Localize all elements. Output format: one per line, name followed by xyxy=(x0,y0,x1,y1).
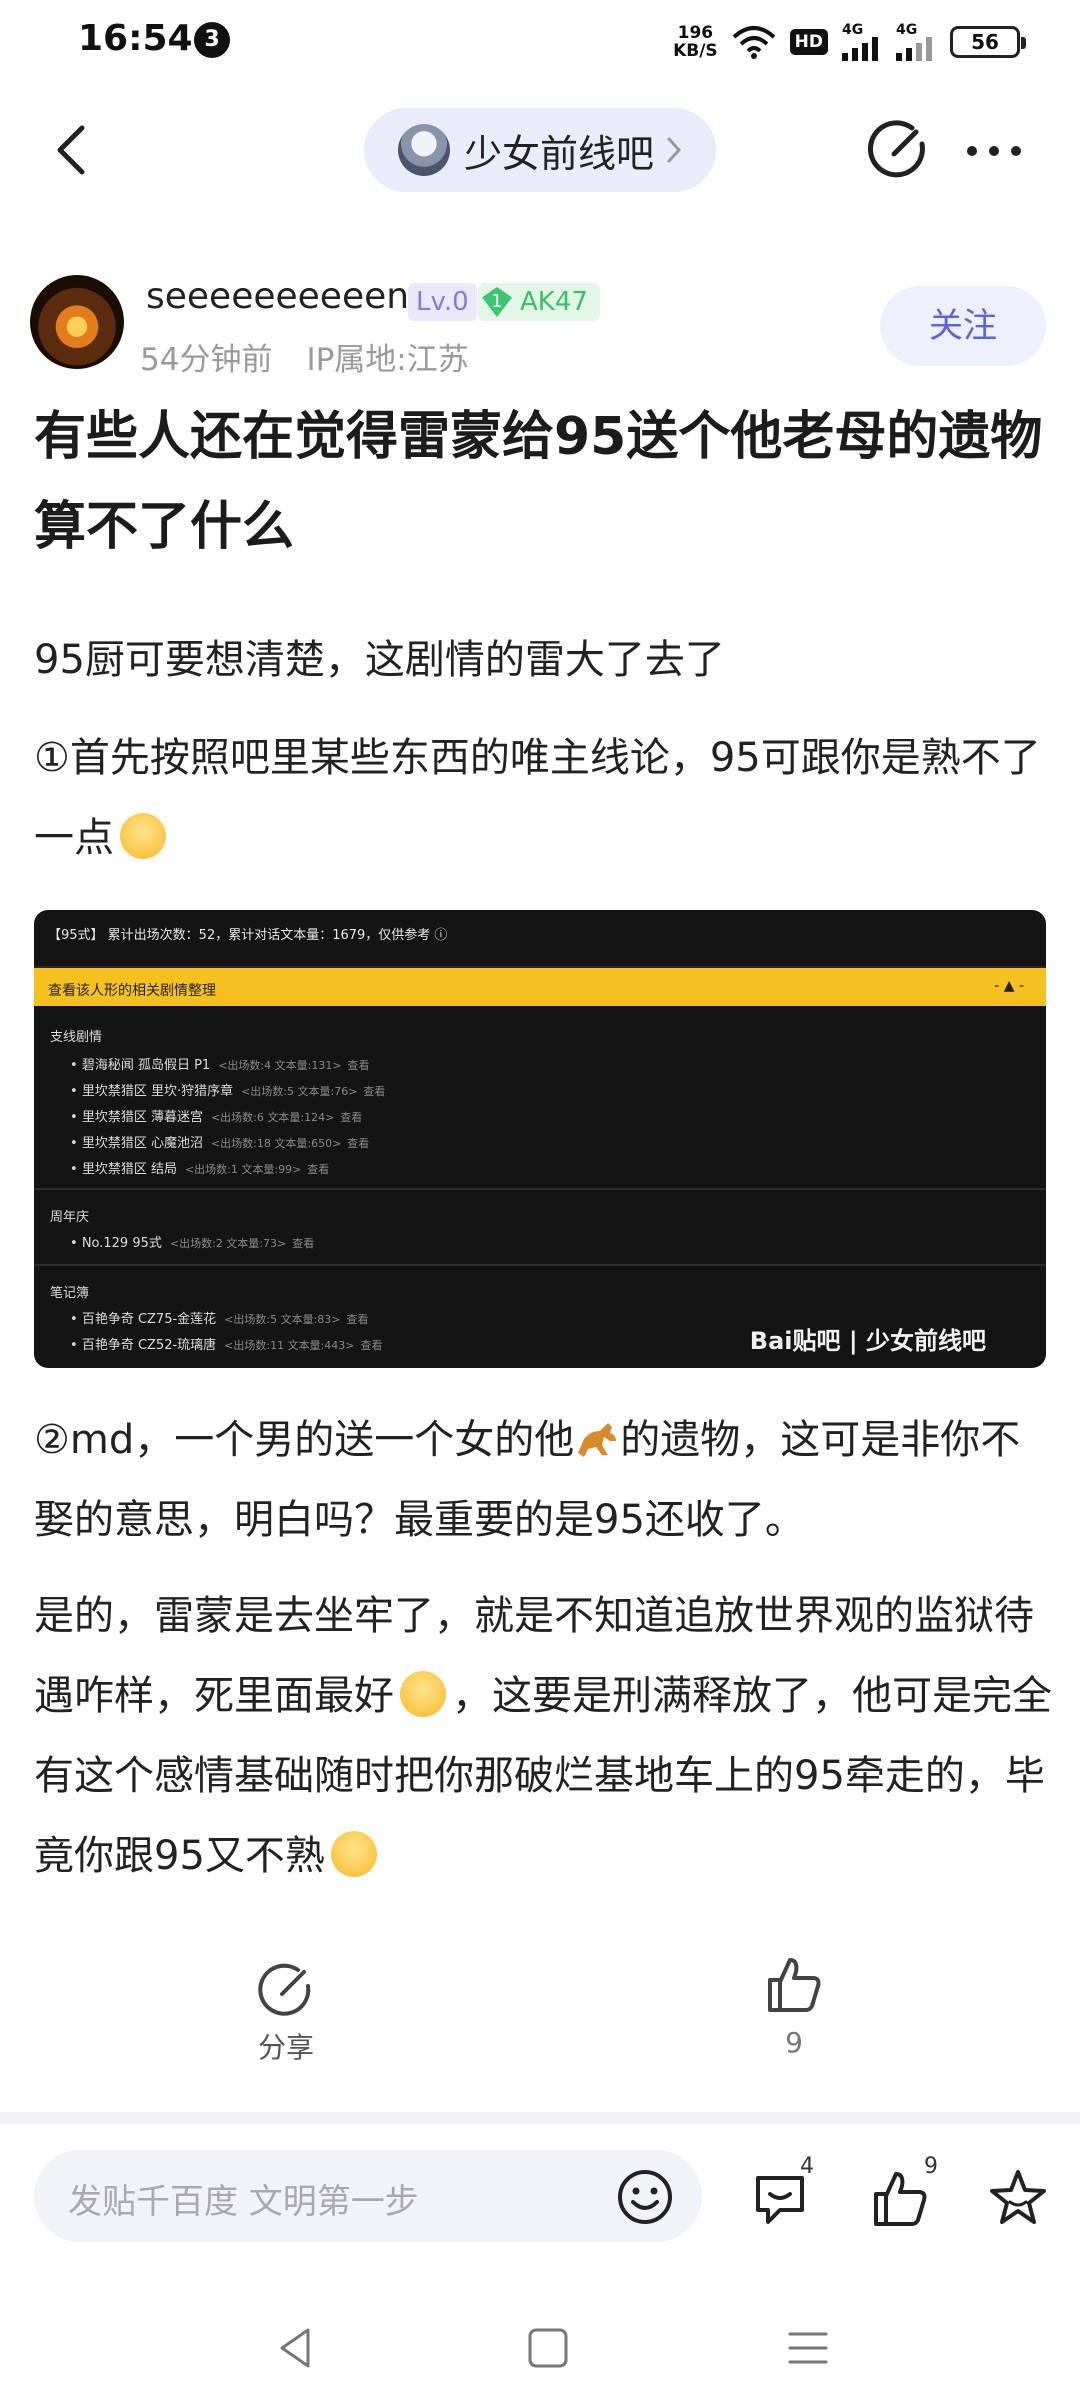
nav-back-icon[interactable] xyxy=(268,2320,324,2376)
wifi-icon xyxy=(732,26,775,59)
post-paragraph: 是的，雷蒙是去坐牢了，就是不知道追放世界观的监狱待遇咋样，死里面最好 ，这要是刑满… xyxy=(34,1593,1052,1879)
back-arrow-icon[interactable] xyxy=(44,120,104,180)
image-row: • 里坎禁猎区 结局 <出场数:1 文本量:99> 查看 xyxy=(70,1162,330,1177)
image-row: • 百艳争奇 CZ52-琉璃唐 <出场数:11 文本量:443> 查看 xyxy=(70,1338,383,1353)
status-bar: 16:54 3 196 KB/S HD 4G 4G 56 xyxy=(0,0,1080,84)
post-paragraph: 95厨可要想清楚，这剧情的雷大了去了 xyxy=(34,637,725,683)
smirk-emoji-icon xyxy=(400,1671,446,1717)
image-row: • 里坎禁猎区 心魔池沼 <出场数:18 文本量:650> 查看 xyxy=(70,1136,370,1151)
image-section-title: 笔记簿 xyxy=(50,1286,90,1301)
comment-count: 4 xyxy=(800,2154,814,2179)
battery-indicator: 56 xyxy=(950,26,1026,58)
forum-avatar xyxy=(398,124,450,176)
signal-bars-icon xyxy=(842,37,878,61)
system-nav-bar xyxy=(0,2300,1080,2400)
signal-bars-icon xyxy=(896,37,932,61)
title-badge-label: AK47 xyxy=(520,287,588,317)
image-row: • 里坎禁猎区 薄暮迷宫 <出场数:6 文本量:124> 查看 xyxy=(70,1110,363,1125)
more-dots-icon[interactable] xyxy=(962,126,1026,176)
signal-1: 4G xyxy=(842,23,882,61)
post-title: 有些人还在觉得雷蒙给95送个他老母的遗物算不了什么 xyxy=(34,407,1043,557)
image-row: • 百艳争奇 CZ75-金莲花 <出场数:5 文本量:83> 查看 xyxy=(70,1312,369,1327)
post-paragraph: ①首先按照吧里某些东西的唯主线论，95可跟你是熟不了一点 xyxy=(34,735,1041,861)
image-bar: 查看该人形的相关剧情整理 - ▲ - xyxy=(34,966,1046,1006)
top-nav: 少女前线吧 xyxy=(0,100,1080,200)
image-divider xyxy=(34,1264,1046,1266)
bottom-like-count: 9 xyxy=(924,2154,938,2179)
image-section-title: 支线剧情 xyxy=(50,1030,103,1045)
network-speed: 196 KB/S xyxy=(673,23,718,61)
post-time: 54分钟前 xyxy=(140,342,273,378)
signal-2: 4G xyxy=(896,23,936,61)
nav-menu-icon[interactable] xyxy=(780,2320,836,2376)
hug-emoji-icon xyxy=(120,813,166,859)
ip-location: IP属地:江苏 xyxy=(306,342,469,378)
status-icons: 196 KB/S HD 4G 4G 56 xyxy=(673,18,1026,66)
forum-name: 少女前线吧 xyxy=(464,131,655,176)
image-row: • No.129 95式 <出场数:2 文本量:73> 查看 xyxy=(70,1236,315,1251)
title-badge: 1 AK47 xyxy=(478,283,600,321)
image-divider xyxy=(34,1188,1046,1190)
notification-badge: 3 xyxy=(194,22,230,58)
share-button[interactable]: 分享 xyxy=(244,1960,328,2066)
share-label: 分享 xyxy=(257,2031,314,2064)
reply-input[interactable]: 发贴千百度 文明第一步 xyxy=(34,2150,702,2242)
gem-icon: 1 xyxy=(482,287,512,317)
chevron-right-icon xyxy=(667,137,682,163)
post-meta: 54分钟前 IP属地:江苏 xyxy=(140,334,469,379)
post-image[interactable]: 【95式】 累计出场次数：52，累计对话文本量：1679，仅供参考 ⓘ 查看该人… xyxy=(34,910,1046,1368)
follow-button[interactable]: 关注 xyxy=(880,286,1046,366)
section-separator xyxy=(0,2112,1080,2124)
horse-emoji-icon xyxy=(578,1423,617,1457)
thumbs-up-icon xyxy=(768,1958,821,2012)
status-time: 16:54 xyxy=(78,18,193,59)
like-button[interactable]: 9 xyxy=(752,1952,836,2059)
image-watermark: Bai贴吧 | 少女前线吧 xyxy=(749,1327,986,1355)
edit-icon[interactable] xyxy=(866,118,930,182)
image-row: • 里坎禁猎区 里坎·狩猎序章 <出场数:5 文本量:76> 查看 xyxy=(70,1084,386,1099)
thumbs-up-icon[interactable] xyxy=(868,2166,932,2230)
author-avatar[interactable] xyxy=(30,275,124,369)
image-header: 【95式】 累计出场次数：52，累计对话文本量：1679，仅供参考 ⓘ xyxy=(48,928,448,943)
level-badge: Lv.0 xyxy=(408,283,477,321)
smiley-icon[interactable] xyxy=(616,2168,674,2226)
author-name[interactable]: seeeeeeeeeen xyxy=(146,276,409,317)
star-icon[interactable] xyxy=(986,2166,1050,2230)
image-row: • 碧海秘闻 孤岛假日 P1 <出场数:4 文本量:131> 查看 xyxy=(70,1058,370,1073)
reply-placeholder: 发贴千百度 文明第一步 xyxy=(68,2182,419,2222)
forum-link[interactable]: 少女前线吧 xyxy=(364,108,716,192)
like-count: 9 xyxy=(785,2026,803,2059)
share-icon xyxy=(258,1963,311,2016)
yum-emoji-icon xyxy=(330,1831,377,1877)
post-paragraph: ②md，一个男的送一个女的他 的遗物，这可是非你不娶的意思，明白吗？最重要的是95… xyxy=(34,1417,1021,1543)
nav-home-icon[interactable] xyxy=(520,2320,576,2376)
image-section-title: 周年庆 xyxy=(50,1210,90,1225)
hd-badge: HD xyxy=(789,29,828,55)
